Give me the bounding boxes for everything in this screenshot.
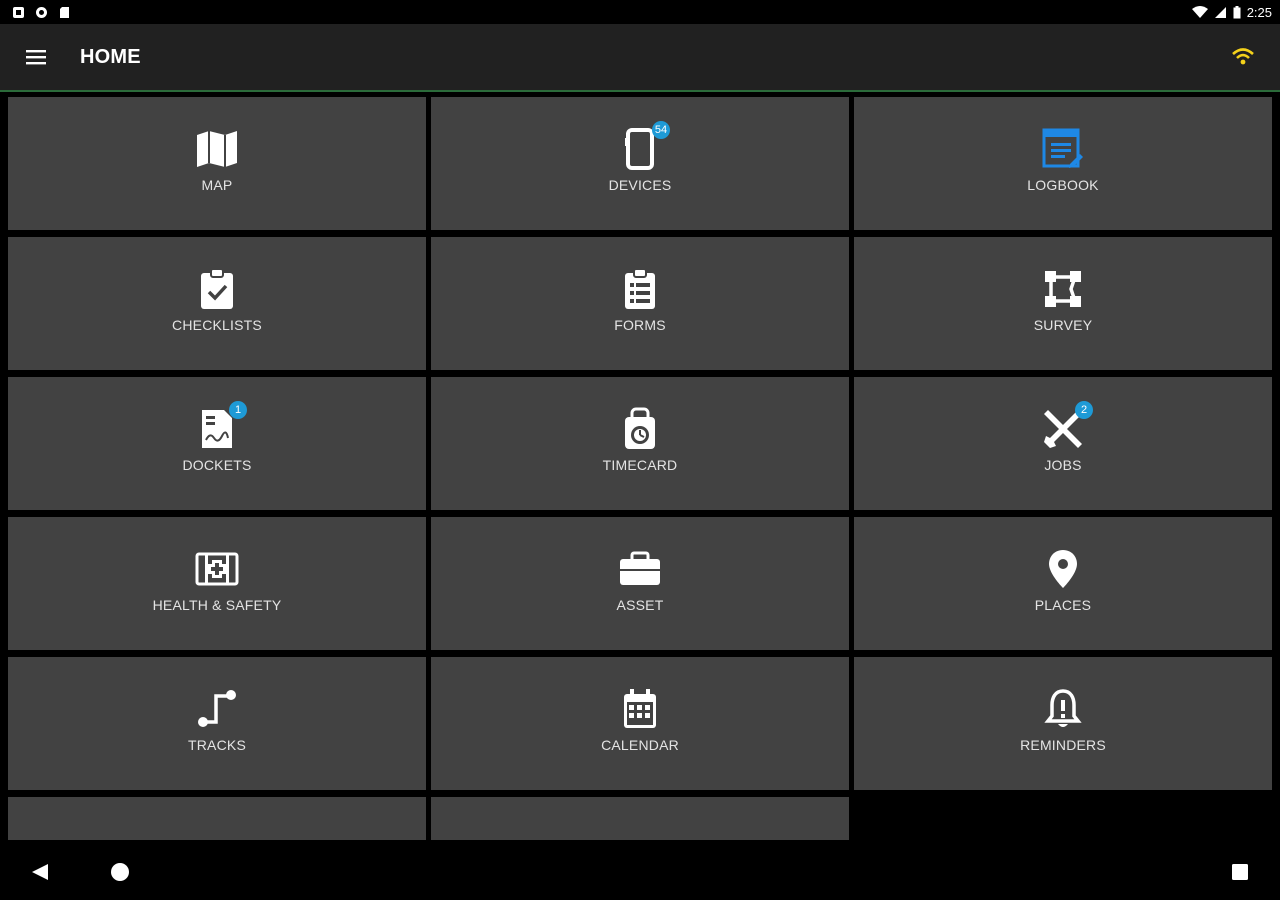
devices-icon: 54 [618, 121, 670, 171]
back-icon[interactable] [30, 862, 50, 882]
dockets-icon: 1 [195, 401, 247, 451]
status-bar: 2:25 [0, 0, 1280, 24]
wifi-signal-icon[interactable] [1230, 44, 1256, 70]
tracks-icon [195, 687, 239, 731]
tile-places[interactable]: PLACES [854, 517, 1272, 650]
tile-label: TIMECARD [602, 457, 678, 473]
jobs-badge: 2 [1075, 401, 1093, 419]
bell-icon [1041, 687, 1085, 731]
tile-timecard[interactable]: TIMECARD [431, 377, 849, 510]
sync-icon [35, 6, 48, 19]
tile-checklists[interactable]: CHECKLISTS [8, 237, 426, 370]
recent-apps-icon[interactable] [1230, 862, 1250, 882]
tile-calendar[interactable]: CALENDAR [431, 657, 849, 790]
notification-icon [12, 6, 25, 19]
place-marker-icon [1041, 547, 1085, 591]
sd-card-icon [58, 6, 71, 19]
devices-badge: 54 [652, 121, 670, 139]
tile-label: MAP [201, 177, 233, 193]
tile-label: JOBS [1044, 457, 1082, 473]
tile-label: FORMS [614, 317, 666, 333]
cell-signal-icon [1214, 6, 1227, 19]
tile-label: DOCKETS [182, 457, 252, 473]
checklist-icon [195, 267, 239, 311]
battery-icon [1233, 5, 1241, 19]
tile-label: LOGBOOK [1027, 177, 1099, 193]
logbook-icon [1041, 127, 1085, 171]
tile-map[interactable]: MAP [8, 97, 426, 230]
home-icon[interactable] [110, 862, 130, 882]
home-grid: MAP 54 DEVICES LOGBOOK CHECKLISTS FORMS … [8, 97, 1273, 840]
tile-label: HEALTH & SAFETY [152, 597, 282, 613]
empty-cell [854, 797, 1272, 840]
tile-devices[interactable]: 54 DEVICES [431, 97, 849, 230]
briefcase-icon [618, 547, 662, 591]
wifi-icon [1191, 5, 1208, 19]
first-aid-icon [195, 547, 239, 591]
tile-label: ASSET [616, 597, 664, 613]
survey-icon [1041, 267, 1085, 311]
calendar-icon [618, 687, 662, 731]
app-bar: HOME [0, 24, 1280, 90]
tile-partial-2[interactable] [431, 797, 849, 840]
map-icon [195, 127, 239, 171]
tile-forms[interactable]: FORMS [431, 237, 849, 370]
partial-tile-icon [195, 827, 239, 840]
dockets-badge: 1 [229, 401, 247, 419]
status-time: 2:25 [1246, 4, 1272, 20]
tile-partial-1[interactable] [8, 797, 426, 840]
menu-icon[interactable] [24, 45, 48, 69]
partial-tile-icon [618, 827, 662, 840]
status-left-icons [0, 6, 71, 19]
tile-asset[interactable]: ASSET [431, 517, 849, 650]
tile-label: PLACES [1034, 597, 1092, 613]
forms-icon [618, 267, 662, 311]
status-right-icons: 2:25 [1191, 4, 1280, 20]
tile-label: DEVICES [608, 177, 672, 193]
tile-reminders[interactable]: REMINDERS [854, 657, 1272, 790]
tile-label: SURVEY [1033, 317, 1093, 333]
tile-health-safety[interactable]: HEALTH & SAFETY [8, 517, 426, 650]
system-nav-bar [0, 840, 1280, 900]
tile-jobs[interactable]: 2 JOBS [854, 377, 1272, 510]
jobs-icon: 2 [1041, 401, 1093, 451]
tile-label: CHECKLISTS [172, 317, 262, 333]
tile-label: TRACKS [188, 737, 246, 753]
tile-tracks[interactable]: TRACKS [8, 657, 426, 790]
tile-label: CALENDAR [601, 737, 679, 753]
tile-dockets[interactable]: 1 DOCKETS [8, 377, 426, 510]
tile-label: REMINDERS [1020, 737, 1106, 753]
page-title: HOME [80, 45, 141, 68]
timecard-icon [618, 407, 662, 451]
tile-logbook[interactable]: LOGBOOK [854, 97, 1272, 230]
tile-survey[interactable]: SURVEY [854, 237, 1272, 370]
